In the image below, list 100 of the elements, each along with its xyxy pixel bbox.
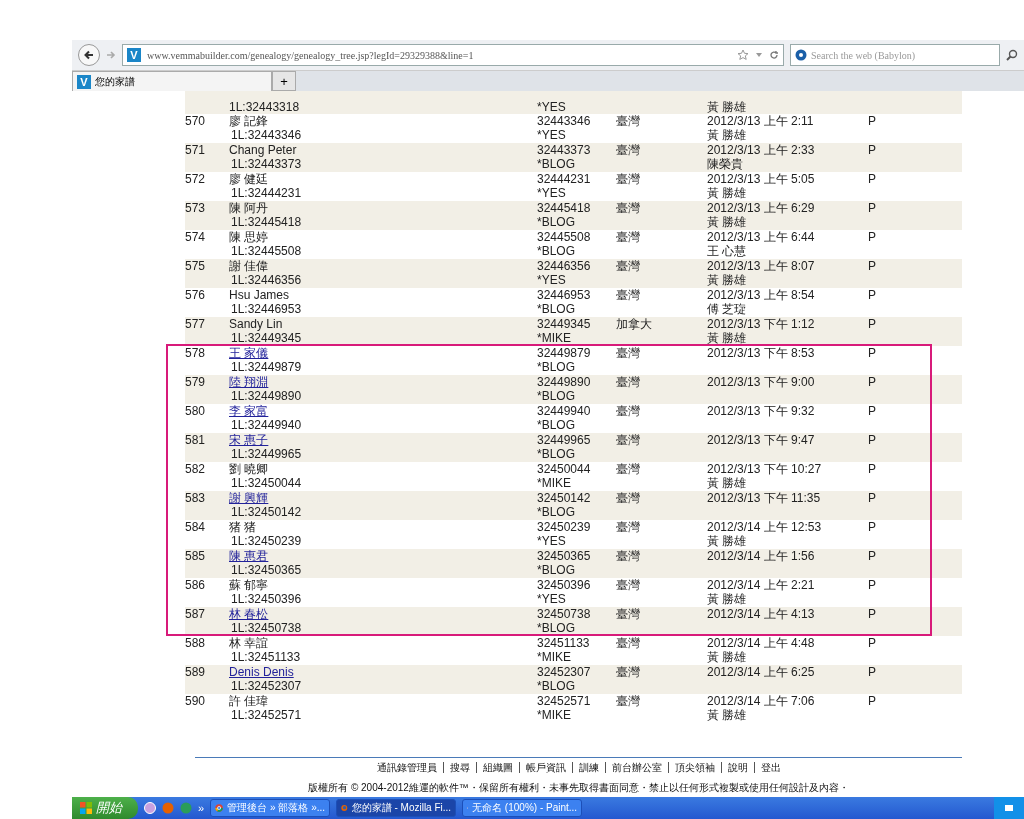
table-cell-text: 廖 記鋒	[229, 114, 270, 128]
table-cell-text: P	[868, 346, 877, 360]
table-cell-text: 臺灣	[616, 607, 641, 621]
table-cell-text: 1L:32450239	[230, 534, 303, 548]
footer-link[interactable]: 組織圖	[475, 762, 519, 773]
table-cell-text: 1L:32449879	[230, 360, 303, 374]
table-cell-text: *BLOG	[537, 621, 576, 635]
table-cell-text: 586	[185, 578, 207, 592]
table-cell-text: 1L:32451133	[230, 650, 302, 664]
table-cell-text: P	[868, 694, 877, 708]
start-button[interactable]: 開始	[72, 797, 138, 819]
table-cell-text: 1L:32444231	[230, 186, 303, 200]
table-cell-text: 臺灣	[616, 375, 641, 389]
table-cell-text: P	[868, 665, 877, 679]
name-link[interactable]: 宋 惠子	[229, 433, 269, 447]
footer-link[interactable]: 訓練	[571, 762, 605, 773]
table-cell-text: 陳 阿丹	[229, 201, 270, 215]
reload-icon[interactable]	[769, 50, 779, 60]
table-cell-text: 1L:32450738	[230, 621, 303, 635]
copyright-text: 版權所有 © 2004-2012維運的軟件™・保留所有權利・未事先取得書面同意・禁止以任何形式複製或使用任何設計及內容・	[308, 781, 849, 795]
table-cell-text: 2012/3/14 上午 1:56	[707, 549, 816, 563]
table-cell-text: *MIKE	[537, 708, 572, 722]
table-cell-text: 2012/3/13 上午 6:44	[707, 230, 816, 244]
table-cell-text: 571	[185, 143, 207, 157]
table-cell-text: 32443373	[537, 143, 592, 157]
table-cell-text: 32445418	[537, 201, 592, 215]
search-placeholder: Search the web (Babylon)	[811, 49, 916, 61]
table-cell-text: *BLOG	[537, 157, 576, 171]
table-cell-text: 32446953	[537, 288, 592, 302]
table-cell-text: 2012/3/14 上午 2:21	[707, 578, 816, 592]
table-cell-text: 黃 勝雄	[707, 534, 748, 548]
table-cell-text: 傅 芝琁	[707, 302, 748, 316]
footer-link[interactable]: 帳戶資訊	[518, 762, 572, 773]
footer-link[interactable]: 登出	[753, 762, 787, 773]
footer-link[interactable]: 前台辦公室	[604, 762, 668, 773]
taskbar-button[interactable]: 管理後台 » 部落格 »...	[210, 799, 331, 817]
footer-link[interactable]: 搜尋	[442, 762, 476, 773]
table-cell-text: 黃 勝雄	[707, 100, 748, 114]
table-cell-text: 林 幸誼	[229, 636, 270, 650]
table-cell-text: 32444231	[537, 172, 592, 186]
table-cell-text: 2012/3/13 上午 2:33	[707, 143, 816, 157]
new-tab-button[interactable]: +	[272, 71, 296, 91]
table-cell-text: 臺灣	[616, 288, 641, 302]
table-cell-text: Hsu James	[229, 288, 291, 302]
table-cell-text: 蘇 郁寧	[229, 578, 270, 592]
windows-logo-icon	[80, 802, 92, 814]
table-cell-text: 32451133	[537, 636, 591, 650]
table-cell-text: 黃 勝雄	[707, 186, 748, 200]
table-cell-text: 32449890	[537, 375, 592, 389]
table-cell-text: *YES	[537, 534, 567, 548]
name-link[interactable]: 謝 興輝	[229, 491, 269, 505]
quick-launch-icon[interactable]	[144, 802, 156, 814]
search-icon[interactable]	[1006, 49, 1018, 61]
table-cell-text: 1L:32446953	[230, 302, 303, 316]
table-cell-text: *BLOG	[537, 215, 576, 229]
table-cell-text: 臺灣	[616, 172, 641, 186]
table-cell-text: 579	[185, 375, 207, 389]
name-link[interactable]: 王 家儀	[229, 346, 269, 360]
browser-tab[interactable]: V 您的家譜	[72, 71, 272, 91]
bookmark-star-icon[interactable]	[737, 49, 749, 61]
table-cell-text: 黃 勝雄	[707, 476, 748, 490]
name-link[interactable]: 李 家富	[229, 404, 269, 418]
table-cell-text: 1L:32443318	[229, 100, 301, 114]
table-cell-text: P	[868, 172, 877, 186]
footer-link[interactable]: 頂尖領袖	[667, 762, 721, 773]
name-link[interactable]: 陳 惠君	[229, 549, 269, 563]
table-cell-text: *MIKE	[537, 650, 572, 664]
name-link[interactable]: Denis Denis	[229, 665, 294, 679]
table-cell-text: P	[868, 462, 877, 476]
table-cell-text: Sandy Lin	[229, 317, 284, 331]
footer-link[interactable]: 通訊錄管理員	[370, 762, 443, 773]
table-cell-text: 32446356	[537, 259, 592, 273]
taskbar-button[interactable]: 无命名 (100%) - Paint...	[462, 799, 583, 817]
dropdown-caret-icon[interactable]	[755, 51, 763, 59]
footer-link[interactable]: 說明	[720, 762, 754, 773]
name-link[interactable]: 林 春松	[229, 607, 269, 621]
table-cell-text: 584	[185, 520, 207, 534]
table-cell-text: 32443346	[537, 114, 592, 128]
table-cell-text: 32449965	[537, 433, 592, 447]
forward-icon[interactable]	[106, 50, 116, 60]
table-cell-text: *YES	[537, 186, 567, 200]
tab-favicon: V	[77, 74, 91, 89]
table-cell-text: *YES	[537, 100, 567, 114]
table-cell-text: 臺灣	[616, 346, 641, 360]
table-cell-text: P	[868, 114, 877, 128]
address-bar[interactable]: V www.vemmabuilder.com/genealogy/genealogy_tree.jsp?legId=29329388&line=1	[122, 44, 784, 66]
table-cell-text: 1L:32446356	[230, 273, 303, 287]
table-cell-text: 570	[185, 114, 207, 128]
name-link[interactable]: 陸 翔淵	[229, 375, 269, 389]
taskbar-button[interactable]: 您的家譜 - Mozilla Fi...	[336, 799, 457, 817]
table-cell-text: 2012/3/13 上午 2:11	[707, 114, 815, 128]
table-cell-text: 32450365	[537, 549, 592, 563]
table-cell-text: 577	[185, 317, 207, 331]
browser-logo-icon	[341, 802, 348, 814]
table-cell-text: P	[868, 288, 877, 302]
overflow-chevron[interactable]: »	[198, 802, 205, 814]
table-cell-text: 2012/3/14 上午 6:25	[707, 665, 816, 679]
table-cell-text: 臺灣	[616, 694, 641, 708]
back-button[interactable]	[78, 44, 100, 66]
table-cell-text: 574	[185, 230, 207, 244]
